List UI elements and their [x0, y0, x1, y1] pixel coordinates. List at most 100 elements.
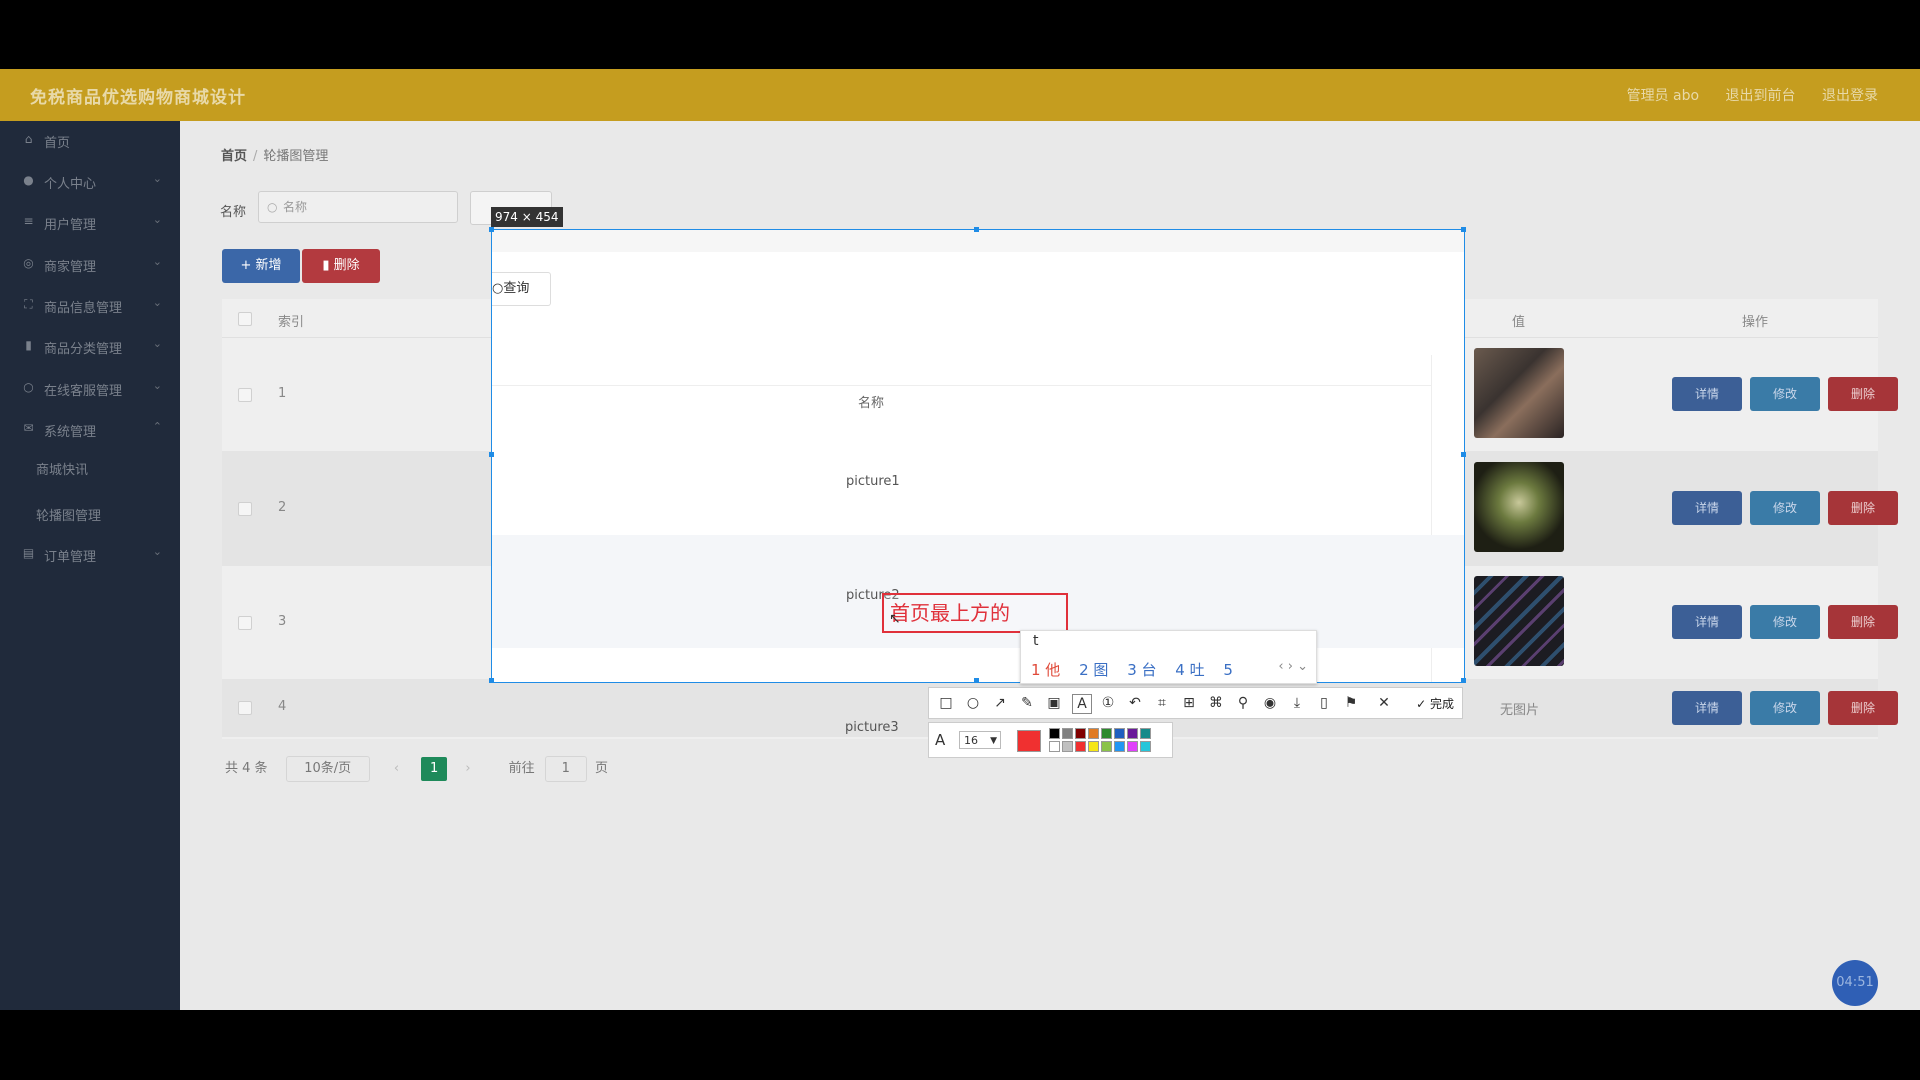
color-swatch[interactable] [1062, 728, 1073, 739]
sidebar-item-merchants[interactable]: ◎ 商家管理 ⌄ [0, 245, 180, 285]
sidebar-item-home[interactable]: ⌂ 首页 [0, 121, 180, 161]
remove-button[interactable]: 删除 [1828, 377, 1898, 411]
done-button[interactable]: ✓ 完成 [1416, 695, 1454, 712]
ellipse-tool-icon[interactable]: ○ [964, 694, 982, 712]
sidebar-item-personal[interactable]: ● 个人中心 ⌄ [0, 162, 180, 202]
pin-icon[interactable]: ⚲ [1234, 694, 1252, 712]
prev-page-button[interactable]: ‹ [394, 761, 399, 776]
color-swatch[interactable] [1075, 741, 1086, 752]
pagination: 共 4 条 10条/页 ‹ 1 › 前往 1 页 [225, 756, 608, 782]
resize-handle[interactable] [974, 678, 979, 683]
add-button[interactable]: + 新增 [222, 249, 300, 283]
resize-handle[interactable] [489, 452, 494, 457]
download-icon[interactable]: ⤓ [1288, 694, 1306, 712]
chevron-down-icon[interactable]: ⌄ [1297, 659, 1308, 674]
bookmark-icon[interactable]: ⚑ [1342, 694, 1360, 712]
phone-icon[interactable]: ▯ [1315, 694, 1333, 712]
page-number[interactable]: 1 [421, 757, 448, 781]
ime-candidate[interactable]: 2 图 [1079, 661, 1108, 679]
annotation-text-box[interactable]: 首页最上方的 [882, 593, 1068, 633]
row-checkbox[interactable] [238, 502, 252, 516]
query-button[interactable]: ○查询 [492, 272, 551, 306]
ocr-icon[interactable]: ⌘ [1207, 694, 1225, 712]
search-icon: ○ [267, 200, 278, 214]
text-tool-icon[interactable]: A [1072, 694, 1092, 714]
color-swatch[interactable] [1140, 728, 1151, 739]
sidebar-subitem-carousel[interactable]: 轮播图管理 [36, 505, 101, 524]
sidebar-item-product-category[interactable]: ▮ 商品分类管理 ⌄ [0, 327, 180, 367]
current-color-swatch[interactable] [1017, 730, 1041, 752]
file-icon: ▤ [22, 546, 35, 560]
color-swatch[interactable] [1101, 728, 1112, 739]
resize-handle[interactable] [489, 678, 494, 683]
back-to-front-link[interactable]: 退出到前台 [1726, 88, 1796, 104]
row-checkbox[interactable] [238, 388, 252, 402]
remove-button[interactable]: 删除 [1828, 691, 1898, 725]
rectangle-tool-icon[interactable]: □ [937, 694, 955, 712]
detail-button[interactable]: 详情 [1672, 377, 1742, 411]
edit-button[interactable]: 修改 [1750, 691, 1820, 725]
record-icon[interactable]: ◉ [1261, 694, 1279, 712]
resize-handle[interactable] [1461, 227, 1466, 232]
ime-candidate[interactable]: 5 [1223, 661, 1233, 679]
sidebar-item-system[interactable]: ✉ 系统管理 ⌃ [0, 410, 180, 450]
user-icon: ● [23, 173, 34, 187]
color-swatch[interactable] [1049, 728, 1060, 739]
color-swatch[interactable] [1049, 741, 1060, 752]
close-icon[interactable]: ✕ [1375, 694, 1393, 712]
next-page-button[interactable]: › [465, 761, 470, 776]
ime-candidate[interactable]: 4 吐 [1175, 661, 1204, 679]
sidebar-item-product-info[interactable]: ⛶ 商品信息管理 ⌄ [0, 286, 180, 326]
number-tool-icon[interactable]: ① [1099, 694, 1117, 712]
arrow-tool-icon[interactable]: ↗ [991, 694, 1009, 712]
edit-button[interactable]: 修改 [1750, 491, 1820, 525]
color-swatch[interactable] [1127, 741, 1138, 752]
ime-candidate[interactable]: 3 台 [1127, 661, 1156, 679]
search-input[interactable]: ○ 名称 [258, 191, 458, 223]
resize-handle[interactable] [489, 227, 494, 232]
detail-button[interactable]: 详情 [1672, 491, 1742, 525]
remove-button[interactable]: 删除 [1828, 605, 1898, 639]
chevron-up-icon: ⌃ [152, 420, 162, 433]
select-all-checkbox[interactable] [238, 312, 252, 326]
sidebar-item-customer-service[interactable]: ○ 在线客服管理 ⌄ [0, 369, 180, 409]
sidebar-item-orders[interactable]: ▤ 订单管理 ⌄ [0, 535, 180, 575]
color-swatch[interactable] [1075, 728, 1086, 739]
color-swatch[interactable] [1062, 741, 1073, 752]
chevron-left-icon[interactable]: ‹ [1278, 659, 1283, 674]
color-swatch[interactable] [1140, 741, 1151, 752]
mosaic-tool-icon[interactable]: ▣ [1045, 694, 1063, 712]
edit-button[interactable]: 修改 [1750, 605, 1820, 639]
delete-button[interactable]: ▮ 删除 [302, 249, 380, 283]
translate-icon[interactable]: ⊞ [1180, 694, 1198, 712]
goto-input[interactable]: 1 [544, 756, 587, 782]
ime-candidate[interactable]: 1 他 [1031, 661, 1060, 679]
font-size-select[interactable]: 16 ▼ [959, 731, 1001, 749]
logout-link[interactable]: 退出登录 [1822, 88, 1878, 104]
color-swatch[interactable] [1127, 728, 1138, 739]
resize-handle[interactable] [1461, 678, 1466, 683]
row-checkbox[interactable] [238, 701, 252, 715]
remove-button[interactable]: 删除 [1828, 491, 1898, 525]
search-icon: ○ [492, 281, 504, 296]
color-swatch[interactable] [1101, 741, 1112, 752]
color-swatch[interactable] [1114, 728, 1125, 739]
color-swatch[interactable] [1114, 741, 1125, 752]
resize-handle[interactable] [974, 227, 979, 232]
detail-button[interactable]: 详情 [1672, 605, 1742, 639]
pen-tool-icon[interactable]: ✎ [1018, 694, 1036, 712]
resize-handle[interactable] [1461, 452, 1466, 457]
sidebar-subitem-news[interactable]: 商城快讯 [36, 459, 88, 478]
page-size-select[interactable]: 10条/页 [285, 756, 370, 782]
breadcrumb-home[interactable]: 首页 [221, 149, 247, 164]
detail-button[interactable]: 详情 [1672, 691, 1742, 725]
color-swatch[interactable] [1088, 741, 1099, 752]
row-checkbox[interactable] [238, 616, 252, 630]
undo-icon[interactable]: ↶ [1126, 694, 1144, 712]
chevron-right-icon[interactable]: › [1288, 659, 1293, 674]
color-swatch[interactable] [1088, 728, 1099, 739]
scan-icon[interactable]: ⌗ [1153, 694, 1171, 712]
sidebar-item-users[interactable]: ≡ 用户管理 ⌄ [0, 203, 180, 243]
edit-button[interactable]: 修改 [1750, 377, 1820, 411]
sidebar-item-label: 商品分类管理 [44, 342, 123, 357]
